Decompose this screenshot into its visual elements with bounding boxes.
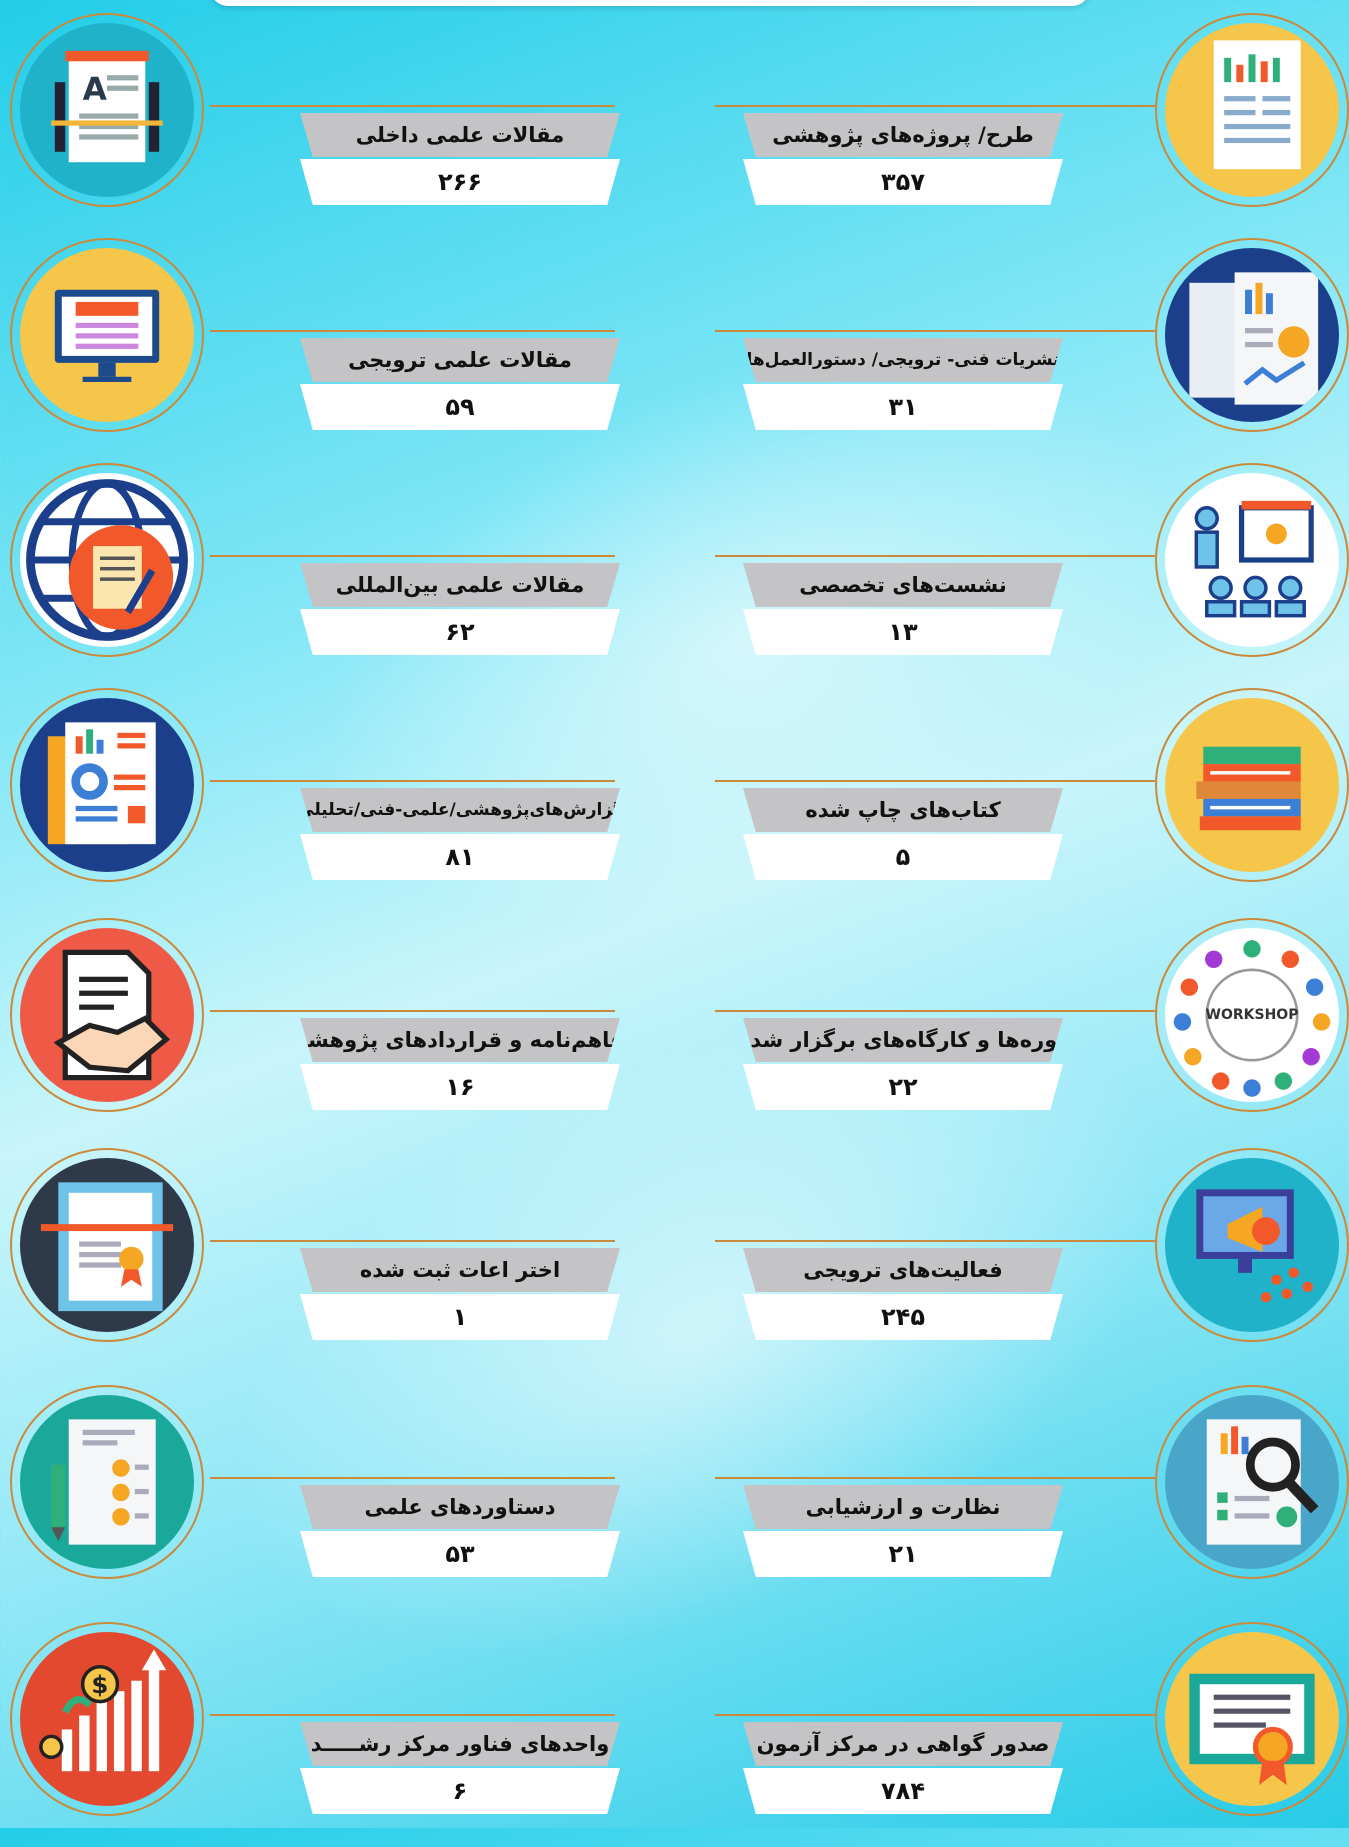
stat-value: ۲۶۶ <box>300 159 620 205</box>
stat-label: طرح/ پروژه‌های پژوهشی <box>743 113 1063 157</box>
handshake-icon <box>10 918 204 1112</box>
connector-line <box>715 1714 1155 1716</box>
stat-card-promotional-activities: فعالیت‌های ترویجی ۲۴۵ <box>675 1148 1349 1373</box>
books-icon <box>1155 688 1349 882</box>
stat-label: کتاب‌های چاپ شده <box>743 788 1063 832</box>
stat-label: واحدهای فناور مرکز رشـــــد <box>300 1722 620 1766</box>
checklist-icon <box>10 1385 204 1579</box>
stat-label: نشست‌های تخصصی <box>743 563 1063 607</box>
connector-line <box>715 1010 1155 1012</box>
stat-label: اختر اعات ثبت شده <box>300 1248 620 1292</box>
stat-card-specialized-meetings: نشست‌های تخصصی ۱۳ <box>675 463 1349 688</box>
stat-value: ۸۱ <box>300 834 620 880</box>
stat-label: دوره‌ها و کارگاه‌های برگزار شده <box>743 1018 1063 1062</box>
stat-value: ۵ <box>743 834 1063 880</box>
stat-label: دستاوردهای علمی <box>300 1485 620 1529</box>
stat-value: ۱۶ <box>300 1064 620 1110</box>
connector-line <box>210 780 615 782</box>
connector-line <box>715 780 1155 782</box>
stat-value: ۵۹ <box>300 384 620 430</box>
stat-label: مقالات علمی داخلی <box>300 113 620 157</box>
stat-value: ۷۸۴ <box>743 1768 1063 1814</box>
connector-line <box>210 1714 615 1716</box>
connector-line <box>715 105 1155 107</box>
stat-label: صدور گواهی در مرکز آزمون <box>743 1722 1063 1766</box>
stat-label: نشریات فنی- ترویجی/ دستورالعمل‌ها <box>743 338 1063 382</box>
stat-value: ۲۲ <box>743 1064 1063 1110</box>
stat-value: ۲۱ <box>743 1531 1063 1577</box>
stat-value: ۳۱ <box>743 384 1063 430</box>
monitor-icon <box>10 238 204 432</box>
svg-text:$: $ <box>91 1670 108 1699</box>
stat-label: تفاهم‌نامه و قراردادهای پژوهشی <box>300 1018 620 1062</box>
meeting-icon <box>1155 463 1349 657</box>
stat-label: گزارش‌های‌پژوهشی/علمی-فنی/تحلیلی <box>300 788 620 832</box>
stat-card-agreements: تفاهم‌نامه و قراردادهای پژوهشی ۱۶ <box>0 918 674 1143</box>
stat-card-technology-units: $ واحدهای فناور مرکز رشـــــد ۶ <box>0 1622 674 1847</box>
megaphone-icon <box>1155 1148 1349 1342</box>
patent-icon <box>10 1148 204 1342</box>
stat-value: ۶۲ <box>300 609 620 655</box>
workshop-text: WORKSHOP <box>1205 1007 1299 1023</box>
connector-line <box>715 1240 1155 1242</box>
globe-document-icon <box>10 463 204 657</box>
stat-value: ۱۳ <box>743 609 1063 655</box>
connector-line <box>715 330 1155 332</box>
workshop-icon: WORKSHOP <box>1155 918 1349 1112</box>
stat-card-monitoring-evaluation: نظارت و ارزشیابی ۲۱ <box>675 1385 1349 1610</box>
svg-text:A: A <box>83 72 108 108</box>
top-header-bar <box>210 0 1090 6</box>
connector-line <box>210 1477 615 1479</box>
stat-card-research-reports: گزارش‌های‌پژوهشی/علمی-فنی/تحلیلی ۸۱ <box>0 688 674 913</box>
growth-icon: $ <box>10 1622 204 1816</box>
connector-line <box>210 1010 615 1012</box>
article-icon: A <box>10 13 204 207</box>
stat-value: ۳۵۷ <box>743 159 1063 205</box>
stat-card-certificates: صدور گواهی در مرکز آزمون ۷۸۴ <box>675 1622 1349 1847</box>
stat-card-workshops: WORKSHOP دوره‌ها و کارگاه‌های برگزار شده… <box>675 918 1349 1143</box>
stat-label: مقالات علمی بین‌المللی <box>300 563 620 607</box>
report-icon <box>10 688 204 882</box>
stat-card-research-projects: طرح/ پروژه‌های پژوهشی ۳۵۷ <box>675 13 1349 238</box>
report-chart-icon <box>1155 13 1349 207</box>
connector-line <box>210 1240 615 1242</box>
stat-card-patents: اختر اعات ثبت شده ۱ <box>0 1148 674 1373</box>
connector-line <box>210 555 615 557</box>
magnifier-icon <box>1155 1385 1349 1579</box>
stat-label: مقالات علمی ترویجی <box>300 338 620 382</box>
connector-line <box>715 555 1155 557</box>
connector-line <box>210 330 615 332</box>
stat-value: ۵۳ <box>300 1531 620 1577</box>
stat-label: نظارت و ارزشیابی <box>743 1485 1063 1529</box>
stat-value: ۲۴۵ <box>743 1294 1063 1340</box>
stat-card-technical-publications: نشریات فنی- ترویجی/ دستورالعمل‌ها ۳۱ <box>675 238 1349 463</box>
stat-card-printed-books: کتاب‌های چاپ شده ۵ <box>675 688 1349 913</box>
stat-value: ۶ <box>300 1768 620 1814</box>
stat-card-promotional-articles: مقالات علمی ترویجی ۵۹ <box>0 238 674 463</box>
stat-label: فعالیت‌های ترویجی <box>743 1248 1063 1292</box>
stat-value: ۱ <box>300 1294 620 1340</box>
stat-card-international-articles: مقالات علمی بین‌المللی ۶۲ <box>0 463 674 688</box>
connector-line <box>715 1477 1155 1479</box>
stat-card-domestic-articles: A مقالات علمی داخلی ۲۶۶ <box>0 13 674 238</box>
connector-line <box>210 105 615 107</box>
stat-card-scientific-achievements: دستاوردهای علمی ۵۳ <box>0 1385 674 1610</box>
certificate-icon <box>1155 1622 1349 1816</box>
publication-icon <box>1155 238 1349 432</box>
